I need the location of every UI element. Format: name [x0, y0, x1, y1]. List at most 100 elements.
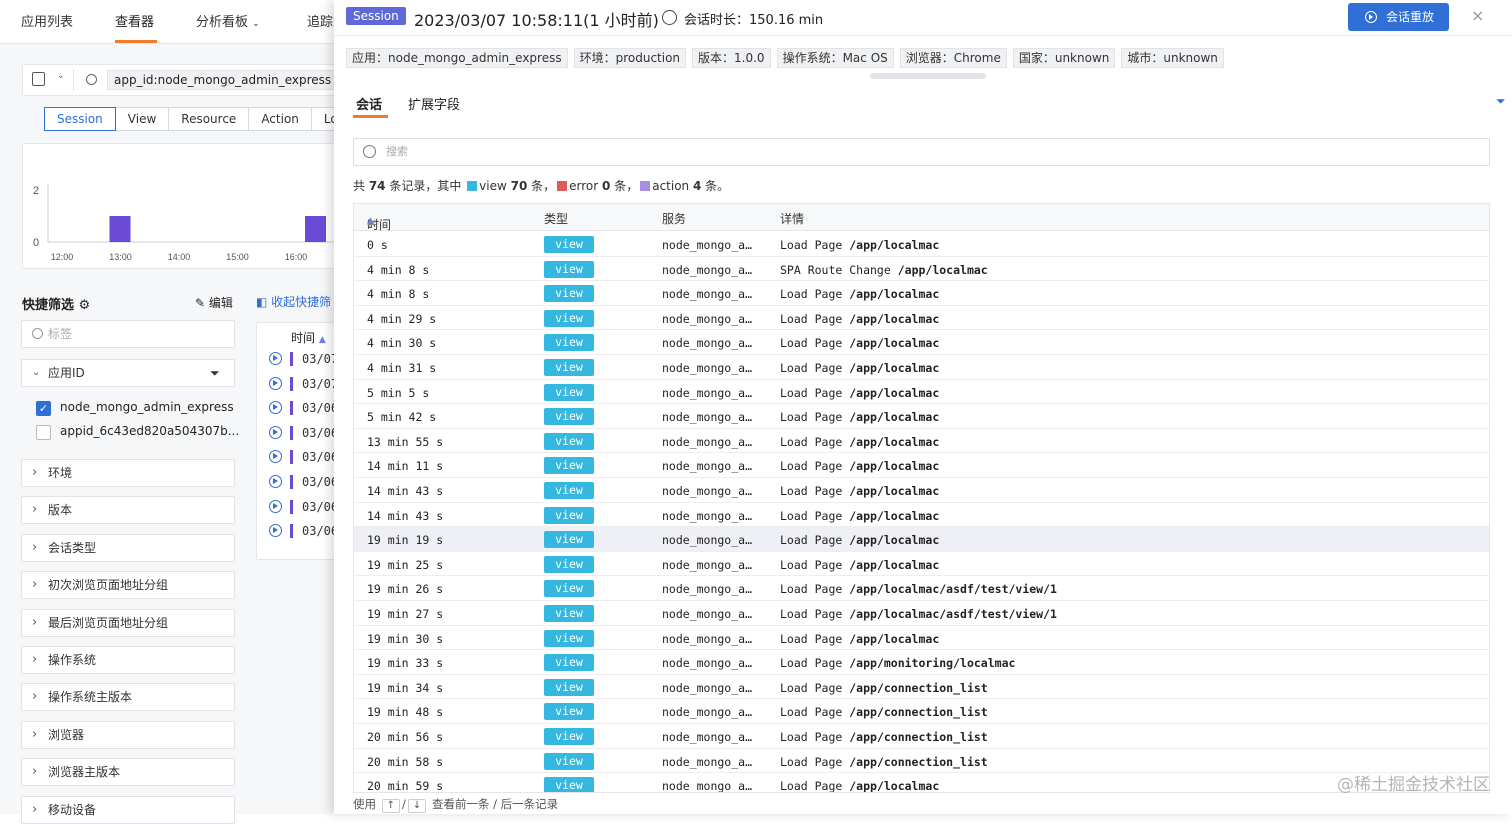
list-item[interactable]: 03/07: [256, 348, 336, 372]
filter-group[interactable]: › 浏览器主版本: [21, 758, 235, 787]
list-item[interactable]: 03/06: [256, 520, 336, 544]
query-token[interactable]: app_id:node_mongo_admin_express ×: [107, 70, 353, 90]
table-row[interactable]: 19 min 25 s view node_mongo_a… Load Page /a…: [354, 552, 1489, 577]
table-row[interactable]: 14 min 43 s view node_mongo_a… Load Page /a…: [354, 478, 1489, 503]
cell-detail: Load Page /app/localmac: [780, 558, 939, 572]
type-badge: view: [544, 383, 594, 401]
edit-label: 编辑: [208, 296, 233, 310]
checkbox-checked-icon[interactable]: ✓: [36, 401, 51, 416]
tab-resource[interactable]: Resource: [169, 107, 250, 131]
filter-group-label: 浏览器: [48, 727, 85, 742]
filter-group[interactable]: › 最后浏览页面地址分组: [21, 608, 235, 637]
filter-group[interactable]: › 版本: [21, 496, 235, 525]
session-datetime: 2023/03/07 10:58:11(1 小时前): [414, 7, 659, 31]
list-header-time[interactable]: 时间 ▲: [291, 329, 326, 346]
play-icon[interactable]: [269, 450, 282, 464]
list-item[interactable]: 03/06: [256, 422, 336, 446]
filter-group[interactable]: › 移动设备: [21, 795, 235, 824]
histogram-bar[interactable]: [109, 216, 131, 242]
tag-filter-input[interactable]: 标签: [21, 320, 235, 348]
tab-session[interactable]: Session: [44, 107, 116, 131]
summary-text: 条，: [527, 179, 556, 193]
list-item[interactable]: 03/06: [256, 471, 336, 495]
session-replay-button[interactable]: 会话重放: [1348, 3, 1449, 31]
cell-service: node_mongo_a…: [662, 705, 753, 720]
play-icon[interactable]: [269, 425, 282, 439]
table-row[interactable]: 13 min 55 s view node_mongo_a… Load Page /a…: [354, 429, 1489, 454]
table-row[interactable]: 19 min 26 s view node_mongo_a… Load Page /a…: [354, 576, 1489, 601]
list-item[interactable]: 03/07: [256, 373, 336, 397]
histogram-bar[interactable]: [305, 216, 326, 242]
play-icon[interactable]: [269, 475, 282, 488]
nav-viewer[interactable]: 查看器: [115, 11, 154, 30]
swap-icon[interactable]: ⇌: [367, 216, 377, 230]
table-row[interactable]: 19 min 48 s view node_mongo_a… Load Page /a…: [354, 699, 1489, 724]
filter-group[interactable]: › 操作系统主版本: [21, 683, 235, 712]
list-item[interactable]: 03/06: [256, 496, 336, 520]
tab-view[interactable]: View: [115, 107, 170, 131]
table-row[interactable]: 19 min 34 s view node_mongo_a… Load Page /a…: [354, 675, 1489, 700]
col-detail: 详情: [780, 212, 805, 226]
table-row[interactable]: 20 min 58 s view node_mongo_a… Load Page /a…: [354, 749, 1489, 774]
table-row[interactable]: 20 min 56 s view node_mongo_a… Load Page /a…: [354, 724, 1489, 749]
table-row[interactable]: 4 min 8 s view node_mongo_a… Load Page /app…: [354, 281, 1489, 306]
filter-clear-icon[interactable]: ⏷: [210, 360, 220, 386]
table-row[interactable]: 0 s view node_mongo_a… Load Page /app/local…: [354, 232, 1489, 257]
list-item[interactable]: 03/06: [256, 397, 336, 421]
table-row[interactable]: 4 min 30 s view node_mongo_a… Load Page /ap…: [354, 330, 1489, 355]
close-icon[interactable]: ×: [1471, 6, 1484, 25]
table-row[interactable]: 20 min 59 s view node_mongo_a… Load Page /a…: [354, 773, 1489, 793]
cell-time: 20 min 58 s: [367, 754, 444, 769]
filter-group[interactable]: › 会话类型: [21, 533, 235, 562]
table-row[interactable]: 19 min 27 s view node_mongo_a… Load Page /a…: [354, 601, 1489, 626]
table-row[interactable]: 4 min 31 s view node_mongo_a… Load Page /ap…: [354, 355, 1489, 380]
filter-group[interactable]: › 浏览器: [21, 720, 235, 749]
filter-group-label: 初次浏览页面地址分组: [48, 578, 169, 593]
edit-button[interactable]: ✎ 编辑: [195, 294, 233, 311]
type-badge: view: [544, 236, 594, 253]
table-row[interactable]: 19 min 33 s view node_mongo_a… Load Page /a…: [354, 650, 1489, 675]
chevron-down-icon[interactable]: ⌄: [57, 71, 65, 81]
checkbox-icon[interactable]: [36, 425, 51, 440]
filter-icon[interactable]: ⏷: [1496, 94, 1506, 109]
play-icon[interactable]: [269, 401, 282, 415]
table-row[interactable]: 19 min 19 s view node_mongo_a… Load Page /a…: [354, 527, 1489, 552]
cell-detail: Load Page /app/connection_list: [780, 755, 988, 769]
nav-app-list[interactable]: 应用列表: [21, 11, 73, 30]
nav-trace[interactable]: 追踪: [307, 11, 333, 30]
nav-dashboard[interactable]: 分析看板 ⌄: [196, 11, 260, 30]
pencil-icon: ✎: [195, 296, 206, 310]
play-icon[interactable]: [269, 524, 282, 538]
tab-action[interactable]: Action: [249, 107, 312, 131]
table-row[interactable]: 4 min 29 s view node_mongo_a… Load Page /ap…: [354, 306, 1489, 331]
filter-group[interactable]: › 初次浏览页面地址分组: [21, 571, 235, 600]
event-search-input[interactable]: 搜索: [353, 138, 1490, 166]
play-icon[interactable]: [269, 352, 282, 365]
table-row[interactable]: 14 min 43 s view node_mongo_a… Load Page /a…: [354, 503, 1489, 528]
saved-query-icon[interactable]: [32, 72, 45, 86]
hint-text: 查看前一条 / 后一条记录: [431, 797, 559, 811]
type-badge: view: [544, 580, 594, 598]
play-icon[interactable]: [269, 499, 282, 513]
collapse-quick-filter-button[interactable]: ◧ 收起快捷筛: [256, 293, 331, 310]
filter-group[interactable]: › 操作系统: [21, 646, 235, 674]
tab-session-detail[interactable]: 会话: [356, 94, 382, 113]
gear-icon[interactable]: ⚙: [79, 298, 91, 313]
type-badge: view: [544, 531, 594, 549]
detail-action: Load Page: [780, 779, 843, 793]
resize-handle[interactable]: [870, 73, 986, 79]
detail-path: /app/localmac/asdf/test/view/1: [849, 607, 1057, 621]
type-badge: view: [544, 285, 594, 303]
filter-group[interactable]: › 环境: [21, 459, 235, 487]
filter-app-id[interactable]: ⌄ 应用ID ⏷: [21, 359, 235, 387]
tab-extended-fields[interactable]: 扩展字段: [408, 94, 460, 113]
table-row[interactable]: 19 min 30 s view node_mongo_a… Load Page /a…: [354, 626, 1489, 651]
type-badge: view: [544, 605, 594, 622]
query-bar: ⌄ app_id:node_mongo_admin_express ×: [22, 64, 353, 96]
table-row[interactable]: 5 min 42 s view node_mongo_a… Load Page /ap…: [354, 404, 1489, 429]
play-icon[interactable]: [269, 376, 282, 390]
table-row[interactable]: 14 min 11 s view node_mongo_a… Load Page /a…: [354, 453, 1489, 478]
list-item[interactable]: 03/06: [256, 446, 336, 470]
table-row[interactable]: 4 min 8 s view node_mongo_a… SPA Route Chan…: [354, 257, 1489, 282]
table-row[interactable]: 5 min 5 s view node_mongo_a… Load Page /app…: [354, 380, 1489, 405]
